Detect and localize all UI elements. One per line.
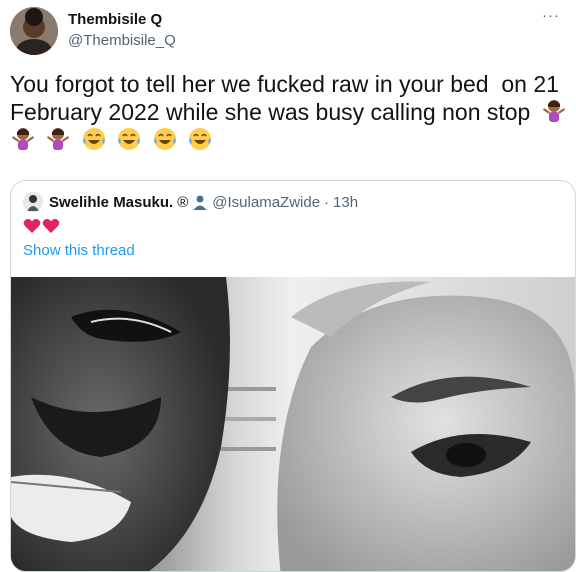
author-handle[interactable]: @Thembisile_Q [68,31,176,51]
more-options-icon[interactable]: ··· [540,8,562,30]
separator-dot: · [324,193,330,211]
quoted-tweet-header: Swelihle Masuku. ® @IsulamaZwide · 13h [23,192,358,212]
woman-shrugging-icon [541,98,567,124]
quoted-author-handle: @IsulamaZwide [212,193,321,211]
grayscale-photo-icon [11,277,575,571]
quoted-tweet-photo[interactable] [11,277,575,571]
author-avatar[interactable] [10,7,58,55]
quoted-tweet[interactable]: Swelihle Masuku. ® @IsulamaZwide · 13h S… [10,180,576,572]
woman-shrugging-icon [45,126,71,152]
author-name[interactable]: Thembisile Q [68,10,176,30]
woman-shrugging-icon [10,126,36,152]
profile-photo-icon [10,7,58,55]
red-heart-icon [23,217,41,235]
quoted-author-name: Swelihle Masuku. [49,193,174,211]
quoted-tweet-text [23,217,61,237]
show-this-thread-link[interactable]: Show this thread [23,241,135,261]
face-with-tears-of-joy-icon [152,126,178,152]
registered-mark: ® [177,193,189,211]
tweet-text: You forgot to tell her we fucked raw in … [10,71,566,125]
tweet: Thembisile Q @Thembisile_Q ··· You forgo… [0,0,576,572]
author-info: Thembisile Q @Thembisile_Q [68,10,176,51]
bust-in-silhouette-icon [192,194,208,210]
face-with-tears-of-joy-icon [116,126,142,152]
face-with-tears-of-joy-icon [187,126,213,152]
red-heart-icon [42,217,60,235]
quoted-timestamp: 13h [333,193,359,211]
face-with-tears-of-joy-icon [81,126,107,152]
emoji-row [10,126,218,156]
quoted-author-avatar [23,192,43,212]
